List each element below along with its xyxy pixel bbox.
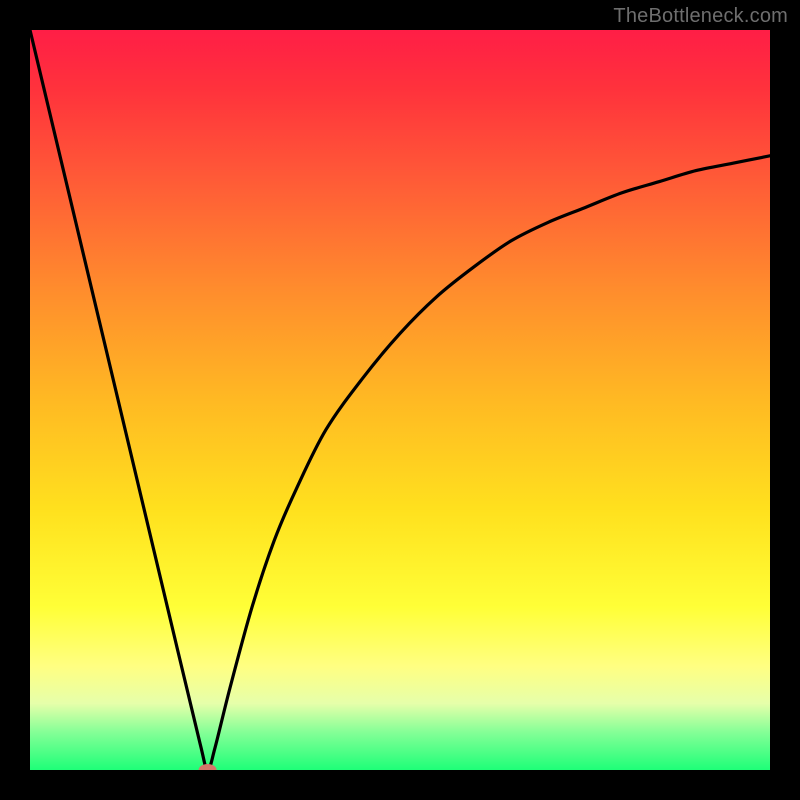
- attribution-text: TheBottleneck.com: [613, 5, 788, 28]
- bottleneck-curve: [30, 30, 770, 770]
- plot-area: [30, 30, 770, 770]
- chart-frame: TheBottleneck.com: [0, 0, 800, 800]
- minimum-marker: [199, 764, 217, 770]
- curve-layer: [30, 30, 770, 770]
